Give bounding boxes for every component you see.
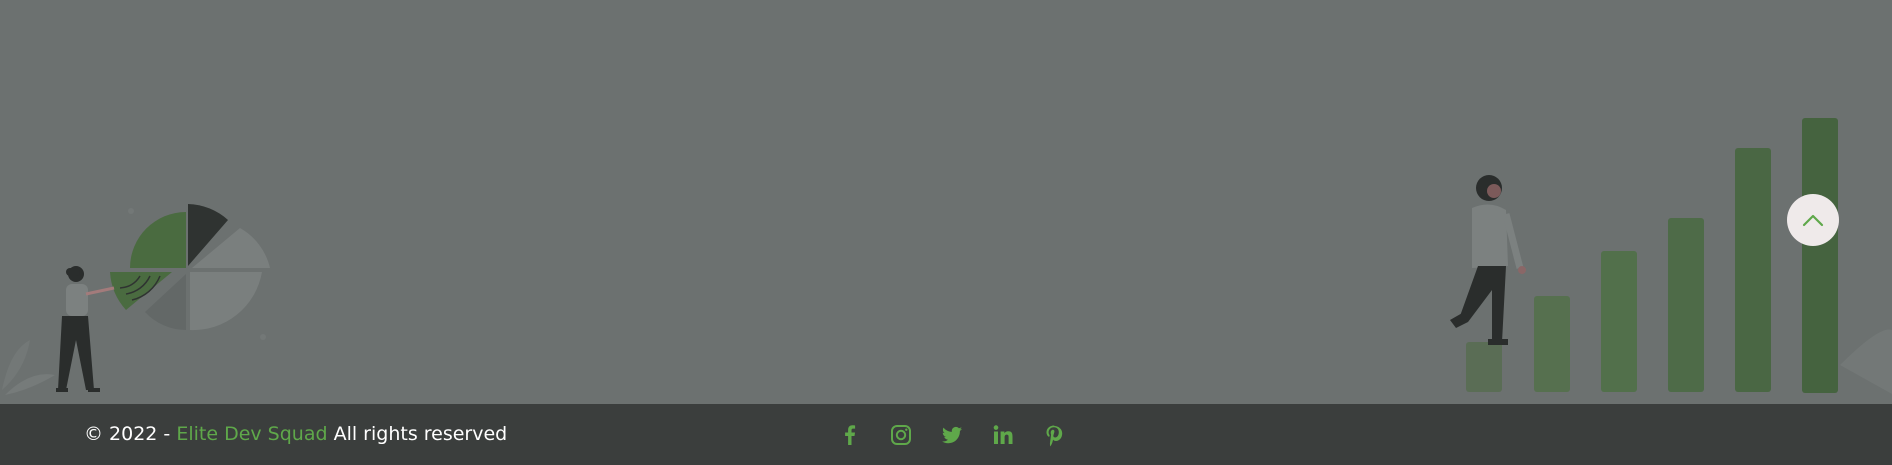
growth-chart-illustration [1450, 118, 1892, 394]
linkedin-link[interactable] [989, 421, 1016, 448]
footer: © 2022 - Elite Dev Squad All rights rese… [0, 404, 1892, 465]
scroll-to-top-button[interactable] [1787, 194, 1839, 246]
instagram-link[interactable] [887, 421, 914, 448]
pinterest-icon [1046, 425, 1062, 446]
copyright-suffix: All rights reserved [327, 423, 508, 445]
chevron-up-icon [1802, 214, 1824, 227]
copyright-text: © 2022 - Elite Dev Squad All rights rese… [84, 404, 507, 465]
facebook-icon [844, 424, 855, 445]
linkedin-icon [993, 424, 1012, 444]
brand-link[interactable]: Elite Dev Squad [176, 423, 327, 445]
pie-chart-illustration [2, 204, 270, 395]
twitter-link[interactable] [938, 421, 965, 448]
twitter-icon [941, 426, 962, 443]
social-links [836, 404, 1067, 465]
hero-section [0, 0, 1892, 404]
instagram-icon [890, 424, 911, 445]
copyright-prefix: © 2022 - [84, 423, 177, 445]
facebook-link[interactable] [836, 421, 863, 448]
pinterest-link[interactable] [1040, 421, 1067, 448]
